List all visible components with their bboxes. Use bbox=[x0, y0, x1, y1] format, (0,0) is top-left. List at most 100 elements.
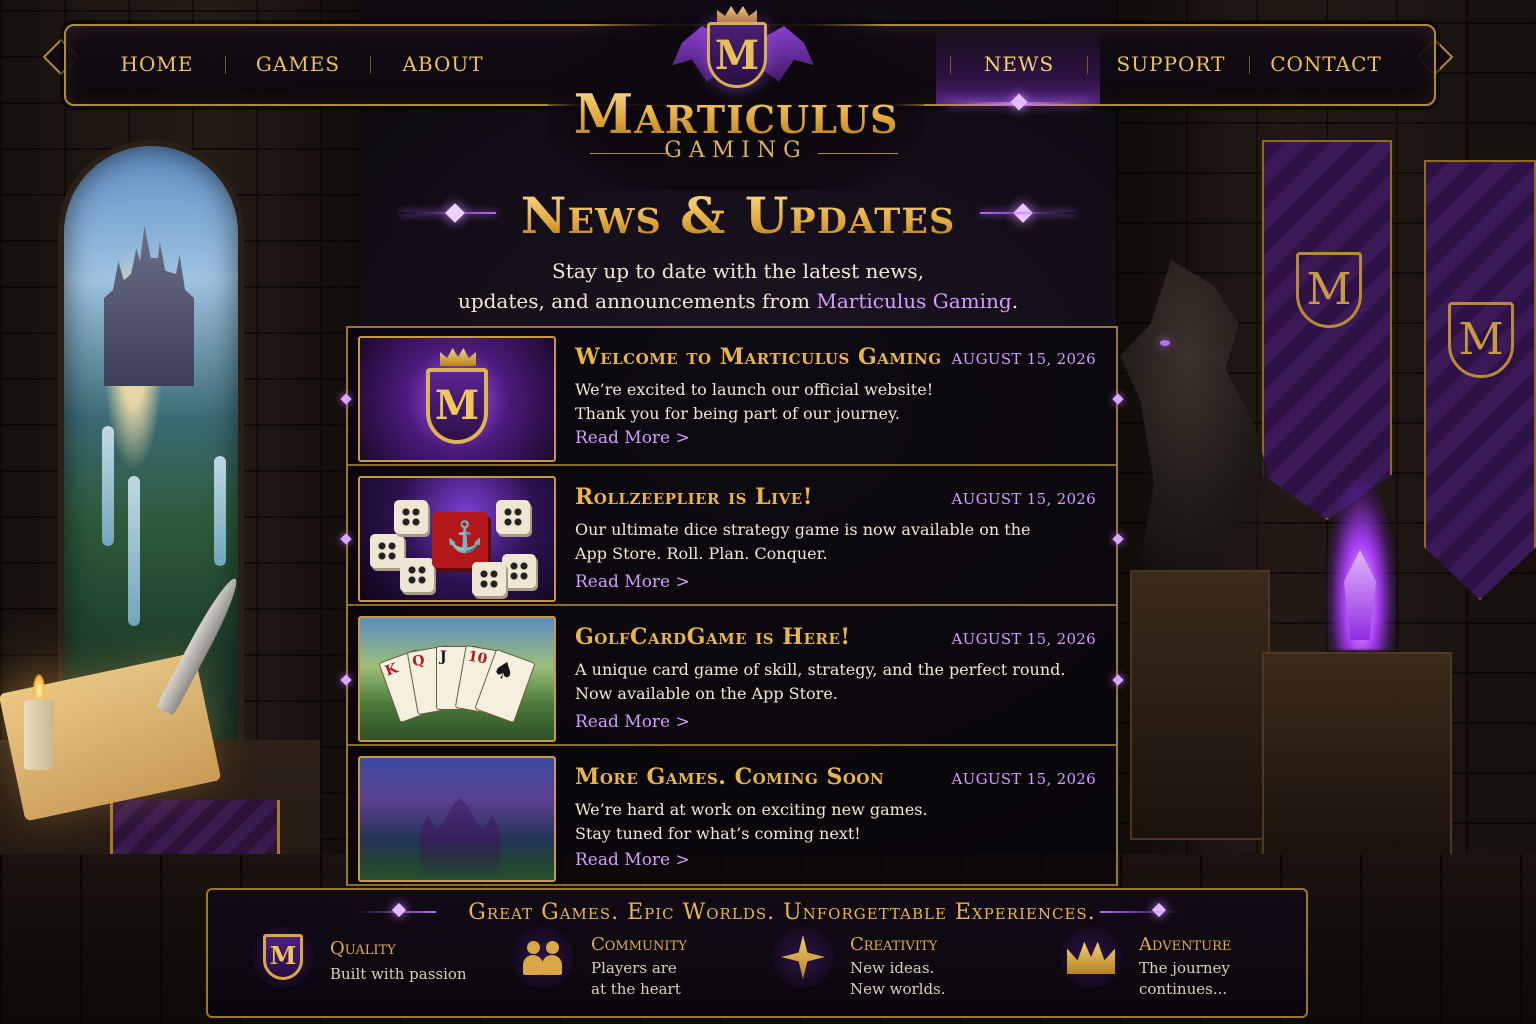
compass-star-icon bbox=[781, 935, 825, 979]
nav-divider bbox=[370, 56, 371, 74]
distant-castle bbox=[104, 226, 194, 386]
community-icon bbox=[521, 937, 565, 977]
feature-title: Adventure bbox=[1139, 934, 1232, 955]
feature-title: Community bbox=[591, 934, 687, 955]
feature-title: Quality bbox=[330, 938, 396, 959]
sparkle-icon bbox=[445, 203, 465, 223]
feature-description-line: Players are bbox=[591, 959, 677, 977]
logo-shield-thumbnail[interactable]: M bbox=[358, 336, 556, 462]
read-more-link[interactable]: Read More > bbox=[575, 850, 690, 870]
nav-divider bbox=[225, 56, 226, 74]
die-icon bbox=[502, 554, 536, 588]
title-flourish-right bbox=[980, 212, 1076, 214]
heraldic-banner: M bbox=[1424, 160, 1536, 600]
candle bbox=[24, 674, 54, 770]
intro-suffix: . bbox=[1011, 289, 1019, 313]
news-summary: Our ultimate dice strategy game is now a… bbox=[575, 518, 1075, 566]
news-date: AUGUST 15, 2026 bbox=[951, 770, 1096, 788]
news-title[interactable]: GolfCardGame is Here! bbox=[575, 624, 851, 650]
news-date: AUGUST 15, 2026 bbox=[951, 630, 1096, 648]
m-shield-icon: M bbox=[426, 368, 488, 444]
news-summary-line: Stay tuned for what’s coming next! bbox=[575, 824, 861, 843]
news-summary: We’re excited to launch our official web… bbox=[575, 378, 1075, 426]
news-item: ⚓ Rollzeeplier is Live! AUGUST 15, 2026 … bbox=[348, 468, 1116, 606]
news-summary: A unique card game of skill, strategy, a… bbox=[575, 658, 1075, 706]
creativity-feature-icon bbox=[772, 926, 834, 988]
news-title[interactable]: More Games. Coming Soon bbox=[575, 764, 884, 790]
castle-thumbnail[interactable] bbox=[358, 756, 556, 882]
read-more-link[interactable]: Read More > bbox=[575, 712, 690, 732]
news-item: M Welcome to Marticulus Gaming AUGUST 15… bbox=[348, 328, 1116, 466]
tagline-flourish-right bbox=[1100, 911, 1180, 913]
waterfall bbox=[214, 456, 226, 566]
nav-home[interactable]: HOME bbox=[121, 52, 194, 76]
feature-description: Players are at the heart bbox=[591, 958, 681, 1000]
news-item: More Games. Coming Soon AUGUST 15, 2026 … bbox=[348, 748, 1116, 886]
feature-description: The journey continues... bbox=[1139, 958, 1230, 1000]
brand-subtitle: GAMING bbox=[664, 138, 808, 163]
cards-thumbnail[interactable]: K Q J 10 ♠ bbox=[358, 616, 556, 742]
community-feature-icon bbox=[512, 926, 574, 988]
news-item: K Q J 10 ♠ GolfCardGame is Here! AUGUST … bbox=[348, 608, 1116, 746]
die-icon bbox=[400, 558, 434, 592]
logo-divider bbox=[818, 153, 898, 154]
feature-description-line: continues... bbox=[1139, 980, 1228, 998]
news-summary: We’re hard at work on exciting new games… bbox=[575, 798, 1075, 846]
waterfall bbox=[102, 426, 114, 546]
feature-description-line: The journey bbox=[1139, 959, 1230, 977]
red-anchor-die-icon: ⚓ bbox=[432, 512, 488, 568]
news-summary-line: Our ultimate dice strategy game is now a… bbox=[575, 520, 1031, 539]
banner-emblem: M bbox=[1296, 252, 1362, 328]
news-summary-line: We’re hard at work on exciting new games… bbox=[575, 800, 928, 819]
nav-divider bbox=[950, 56, 951, 74]
intro-line-1: Stay up to date with the latest news, bbox=[552, 259, 924, 283]
intro-line-2: updates, and announcements from bbox=[457, 289, 817, 313]
anchor-icon: ⚓ bbox=[446, 520, 484, 555]
read-more-link[interactable]: Read More > bbox=[575, 428, 690, 448]
statue-pedestal bbox=[1130, 570, 1270, 840]
intro-brand-highlight: Marticulus Gaming bbox=[816, 289, 1012, 313]
page-intro: Stay up to date with the latest news, up… bbox=[418, 256, 1058, 316]
brand-name: Marticulus bbox=[573, 82, 899, 146]
nav-about[interactable]: ABOUT bbox=[402, 52, 483, 76]
die-icon bbox=[394, 500, 428, 534]
forest-mist bbox=[360, 840, 554, 880]
die-icon bbox=[496, 500, 530, 534]
dice-thumbnail[interactable]: ⚓ bbox=[358, 476, 556, 602]
nav-games[interactable]: GAMES bbox=[256, 52, 340, 76]
news-title[interactable]: Rollzeeplier is Live! bbox=[575, 484, 813, 510]
crown-icon bbox=[440, 348, 476, 366]
news-summary-line: We’re excited to launch our official web… bbox=[575, 380, 934, 399]
waterfall bbox=[128, 476, 140, 626]
nav-divider bbox=[1249, 56, 1250, 74]
crown-icon bbox=[1067, 941, 1115, 974]
read-more-link[interactable]: Read More > bbox=[575, 572, 690, 592]
quality-feature-icon: M bbox=[252, 926, 314, 988]
news-summary-line: App Store. Roll. Plan. Conquer. bbox=[575, 544, 828, 563]
nav-support[interactable]: SUPPORT bbox=[1117, 52, 1226, 76]
feature-description: New ideas. New worlds. bbox=[850, 958, 946, 1000]
adventure-feature-icon bbox=[1060, 926, 1122, 988]
nav-divider bbox=[1087, 56, 1088, 74]
news-summary-line: Thank you for being part of our journey. bbox=[575, 404, 900, 423]
news-summary-line: Now available on the App Store. bbox=[575, 684, 838, 703]
die-icon bbox=[370, 534, 404, 568]
crystal-altar bbox=[1262, 652, 1452, 862]
m-shield-icon: M bbox=[263, 934, 303, 980]
feature-description-line: New worlds. bbox=[850, 980, 946, 998]
banner-emblem: M bbox=[1448, 302, 1514, 378]
news-title[interactable]: Welcome to Marticulus Gaming bbox=[575, 344, 942, 370]
logo-shield-icon: M bbox=[707, 22, 767, 88]
footer-tagline: Great Games. Epic Worlds. Unforgettable … bbox=[468, 900, 1096, 925]
feature-description: Built with passion bbox=[330, 965, 467, 983]
nav-news[interactable]: NEWS bbox=[984, 52, 1054, 76]
news-date: AUGUST 15, 2026 bbox=[951, 490, 1096, 508]
feature-title: Creativity bbox=[850, 934, 938, 955]
logo-divider bbox=[590, 153, 670, 154]
heraldic-banner: M bbox=[1262, 140, 1392, 520]
dragon-eye bbox=[1160, 340, 1170, 346]
nav-contact[interactable]: CONTACT bbox=[1270, 52, 1382, 76]
page-title: News & Updates bbox=[520, 186, 956, 245]
news-summary-line: A unique card game of skill, strategy, a… bbox=[575, 660, 1066, 679]
news-date: AUGUST 15, 2026 bbox=[951, 350, 1096, 368]
